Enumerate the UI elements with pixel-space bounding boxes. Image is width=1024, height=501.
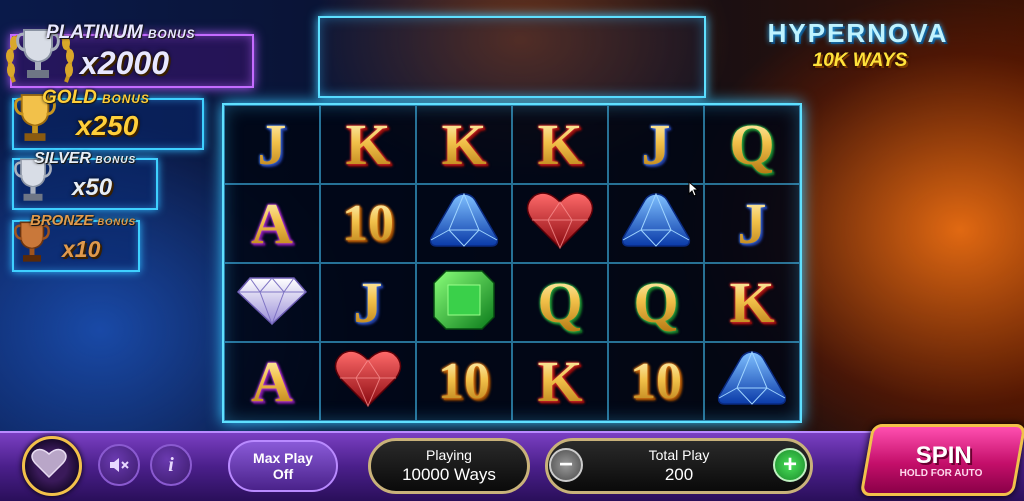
- reel-cell: Q: [512, 263, 608, 342]
- favorite-button[interactable]: [22, 436, 82, 496]
- reel-cell: J: [704, 184, 800, 263]
- reel-cell: Q: [608, 263, 704, 342]
- reel-cell: 10: [608, 342, 704, 421]
- symbol-k: K: [537, 111, 583, 177]
- reel-cell: [704, 342, 800, 421]
- reel-cell: K: [320, 105, 416, 184]
- symbol-10: 10: [630, 352, 682, 410]
- reel-cell: K: [512, 342, 608, 421]
- game-logo-subtitle: 10K WAYS: [812, 50, 908, 71]
- symbol-j: J: [353, 269, 383, 335]
- reel-cell: K: [416, 105, 512, 184]
- sapphire-gem-icon: [715, 348, 789, 415]
- reel-cell: [512, 184, 608, 263]
- mute-icon: [110, 458, 129, 472]
- heart-gem-icon: [332, 348, 404, 415]
- spin-label: SPIN: [915, 441, 972, 469]
- heart-gem-icon: [524, 190, 596, 257]
- max-play-state: Off: [272, 466, 294, 482]
- symbol-k: K: [345, 111, 391, 177]
- spin-sublabel: HOLD FOR AUTO: [899, 467, 983, 479]
- reel-grid: J K K K J Q A 10 J J Q Q K A 10 K 10: [222, 103, 802, 423]
- platinum-multiplier: x2000: [80, 45, 169, 81]
- reel-cell: [416, 263, 512, 342]
- playing-value: 10000 Ways: [402, 465, 496, 484]
- reel-cell: [416, 184, 512, 263]
- playing-label: Playing: [426, 447, 472, 463]
- game-logo-title: HYPERNOVA: [767, 18, 949, 48]
- silver-bonus-title: SILVER BONUS: [34, 150, 137, 167]
- sound-button[interactable]: [98, 444, 140, 486]
- increase-bet-button[interactable]: +: [773, 448, 807, 482]
- max-play-button[interactable]: Max Play Off: [228, 440, 338, 492]
- symbol-j: J: [641, 111, 671, 177]
- reel-cell: J: [608, 105, 704, 184]
- total-play-label: Total Play: [648, 447, 710, 463]
- reel-cell: 10: [320, 184, 416, 263]
- reel-cell: A: [224, 184, 320, 263]
- reel-cell: K: [512, 105, 608, 184]
- symbol-10: 10: [342, 194, 394, 252]
- reel-cell: J: [320, 263, 416, 342]
- symbol-k: K: [729, 269, 775, 335]
- info-button[interactable]: i: [150, 444, 192, 486]
- spin-button[interactable]: SPIN HOLD FOR AUTO: [859, 424, 1024, 496]
- decrease-bet-button[interactable]: −: [549, 448, 583, 482]
- sapphire-gem-icon: [619, 190, 693, 257]
- gold-multiplier: x250: [76, 110, 139, 141]
- symbol-q: Q: [537, 269, 583, 335]
- bronze-multiplier: x10: [62, 236, 101, 262]
- gold-bonus-title: GOLD BONUS: [42, 87, 150, 108]
- symbol-a: A: [251, 190, 293, 256]
- platinum-bonus-title: PLATINUM BONUS: [46, 22, 196, 43]
- sapphire-gem-icon: [427, 190, 501, 257]
- reel-cell: 10: [416, 342, 512, 421]
- symbol-k: K: [441, 111, 487, 177]
- playing-ways-display: Playing 10000 Ways: [368, 438, 530, 494]
- heart-icon: [31, 448, 67, 479]
- reel-cell: [320, 342, 416, 421]
- reel-cell: K: [704, 263, 800, 342]
- bronze-bonus-title: BRONZE BONUS: [30, 212, 137, 229]
- symbol-k: K: [537, 348, 583, 414]
- reel-cell: J: [224, 105, 320, 184]
- reel-cell: A: [224, 342, 320, 421]
- emerald-gem-icon: [432, 269, 496, 336]
- reel-cell: Q: [704, 105, 800, 184]
- symbol-j: J: [257, 111, 287, 177]
- silver-multiplier: x50: [72, 174, 113, 201]
- reel-cell: [224, 263, 320, 342]
- symbol-q: Q: [633, 269, 679, 335]
- symbol-j: J: [737, 190, 767, 256]
- info-icon: i: [168, 453, 174, 476]
- total-play-value: 200: [664, 465, 694, 484]
- diamond-gem-icon: [236, 272, 308, 333]
- max-play-label: Max Play: [253, 450, 313, 466]
- symbol-a: A: [251, 348, 293, 414]
- symbol-q: Q: [729, 111, 775, 177]
- cursor-icon: [688, 181, 700, 197]
- symbol-10: 10: [438, 352, 490, 410]
- message-panel: [318, 16, 706, 98]
